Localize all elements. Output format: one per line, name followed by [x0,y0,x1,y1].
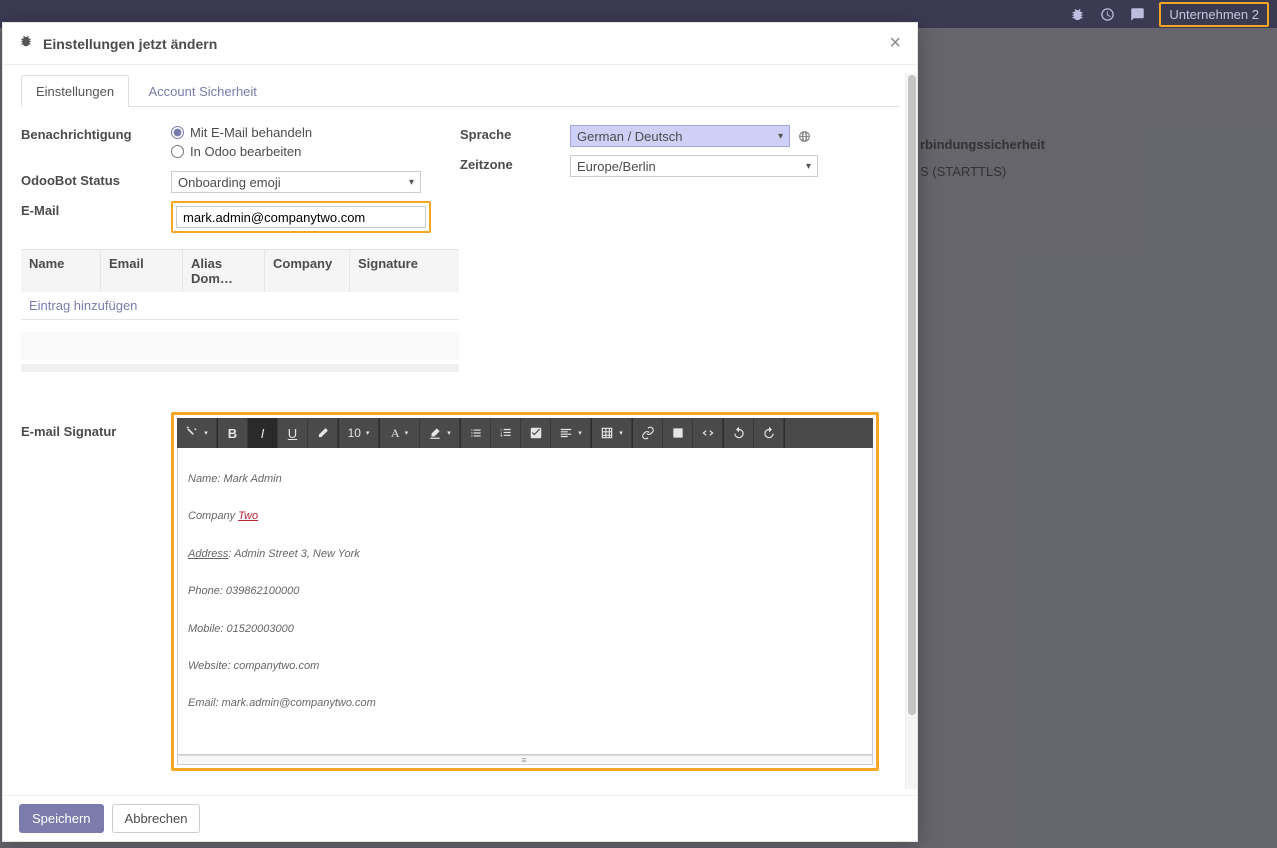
bug-icon[interactable] [1069,6,1085,22]
dialog-scrollbar[interactable] [905,73,917,789]
language-select[interactable]: German / Deutsch ▾ [570,125,790,147]
top-header: Unternehmen 2 [1069,0,1277,28]
email-field[interactable] [176,206,426,228]
tool-link[interactable] [633,418,663,448]
tool-eraser[interactable] [308,418,338,448]
editor-resize-handle[interactable]: ≡ [177,755,873,765]
language-value: German / Deutsch [577,129,683,144]
odoobot-select[interactable]: Onboarding emoji ▾ [171,171,421,193]
globe-icon[interactable] [798,130,811,143]
col-aliasdomain[interactable]: Alias Dom… [183,250,265,292]
company-switcher[interactable]: Unternehmen 2 [1159,2,1269,27]
sig-line-address: Address: Admin Street 3, New York [188,547,862,562]
signature-section: E-mail Signatur ▾ B I U 10▾ [21,412,899,771]
clock-icon[interactable] [1099,6,1115,22]
chat-icon[interactable] [1129,6,1145,22]
table-spacer [21,332,459,360]
tool-image[interactable] [663,418,693,448]
tab-account-sicherheit[interactable]: Account Sicherheit [134,75,272,107]
tool-underline[interactable]: U [278,418,308,448]
table-row-add: Eintrag hinzufügen [21,292,459,319]
dialog-bug-icon [19,34,33,53]
sig-line-website: Website: companytwo.com [188,659,862,674]
dialog-title: Einstellungen jetzt ändern [43,36,889,52]
notif-radio-email-text: Mit E-Mail behandeln [190,125,312,140]
sig-line-phone: Phone: 039862100000 [188,584,862,599]
scroll-thumb[interactable] [908,75,916,715]
alias-table: Name Email Alias Dom… Company Signature … [21,249,459,320]
bg-column-value: S (STARTTLS) [920,164,1006,179]
tool-fontsize[interactable]: 10▾ [339,418,379,448]
tool-italic[interactable]: I [248,418,278,448]
tool-highlight[interactable]: ▾ [420,418,460,448]
tool-align[interactable]: ▾ [551,418,591,448]
notif-radio-odoo-text: In Odoo bearbeiten [190,144,301,159]
dialog-header: Einstellungen jetzt ändern × [3,23,917,65]
chevron-down-icon: ▾ [409,177,414,188]
timezone-label: Zeitzone [460,155,570,177]
tab-bar: Einstellungen Account Sicherheit [21,75,899,107]
signature-editor[interactable]: Name: Mark Admin Company Two Address: Ad… [177,448,873,755]
tab-einstellungen[interactable]: Einstellungen [21,75,129,107]
sig-line-name: Name: Mark Admin [188,472,862,487]
bg-column-header: rbindungssicherheit [920,137,1045,152]
sig-line-mobile: Mobile: 01520003000 [188,622,862,637]
col-signature[interactable]: Signature [350,250,459,292]
signature-highlight: ▾ B I U 10▾ A▾ ▾ [171,412,879,771]
tool-ol[interactable] [491,418,521,448]
tool-code[interactable] [693,418,723,448]
language-label: Sprache [460,125,570,147]
tool-fontcolor[interactable]: A▾ [380,418,420,448]
col-name[interactable]: Name [21,250,101,292]
notif-radio-odoo[interactable]: In Odoo bearbeiten [171,144,460,159]
cancel-button[interactable]: Abbrechen [112,804,201,833]
notif-radio-odoo-input[interactable] [171,145,184,158]
tool-wand[interactable]: ▾ [177,418,217,448]
email-label: E-Mail [21,201,171,233]
save-button[interactable]: Speichern [19,804,104,833]
email-highlight [171,201,431,233]
table-header: Name Email Alias Dom… Company Signature [21,250,459,292]
timezone-select[interactable]: Europe/Berlin ▾ [570,155,818,177]
sig-line-company: Company Two [188,509,862,524]
add-entry-link[interactable]: Eintrag hinzufügen [29,298,137,313]
notif-radio-email-input[interactable] [171,126,184,139]
tool-table[interactable]: ▾ [592,418,632,448]
odoobot-label: OdooBot Status [21,171,171,193]
tool-ul[interactable] [461,418,491,448]
editor-toolbar: ▾ B I U 10▾ A▾ ▾ [177,418,873,448]
col-email[interactable]: Email [101,250,183,292]
timezone-value: Europe/Berlin [577,159,656,174]
notif-radio-email[interactable]: Mit E-Mail behandeln [171,125,460,140]
dialog-body: Einstellungen Account Sicherheit Benachr… [3,65,917,795]
chevron-down-icon: ▾ [778,131,783,142]
col-company[interactable]: Company [265,250,350,292]
chevron-down-icon: ▾ [806,161,811,172]
notification-label: Benachrichtigung [21,125,171,163]
settings-dialog: Einstellungen jetzt ändern × Einstellung… [2,22,918,842]
tool-checklist[interactable] [521,418,551,448]
dialog-footer: Speichern Abbrechen [3,795,917,841]
close-icon[interactable]: × [889,32,901,55]
tool-redo[interactable] [754,418,784,448]
signature-label: E-mail Signatur [21,412,171,771]
sig-line-email: Email: mark.admin@companytwo.com [188,696,862,711]
odoobot-value: Onboarding emoji [178,175,281,190]
tool-undo[interactable] [724,418,754,448]
tool-bold[interactable]: B [218,418,248,448]
table-spacer2 [21,364,459,372]
